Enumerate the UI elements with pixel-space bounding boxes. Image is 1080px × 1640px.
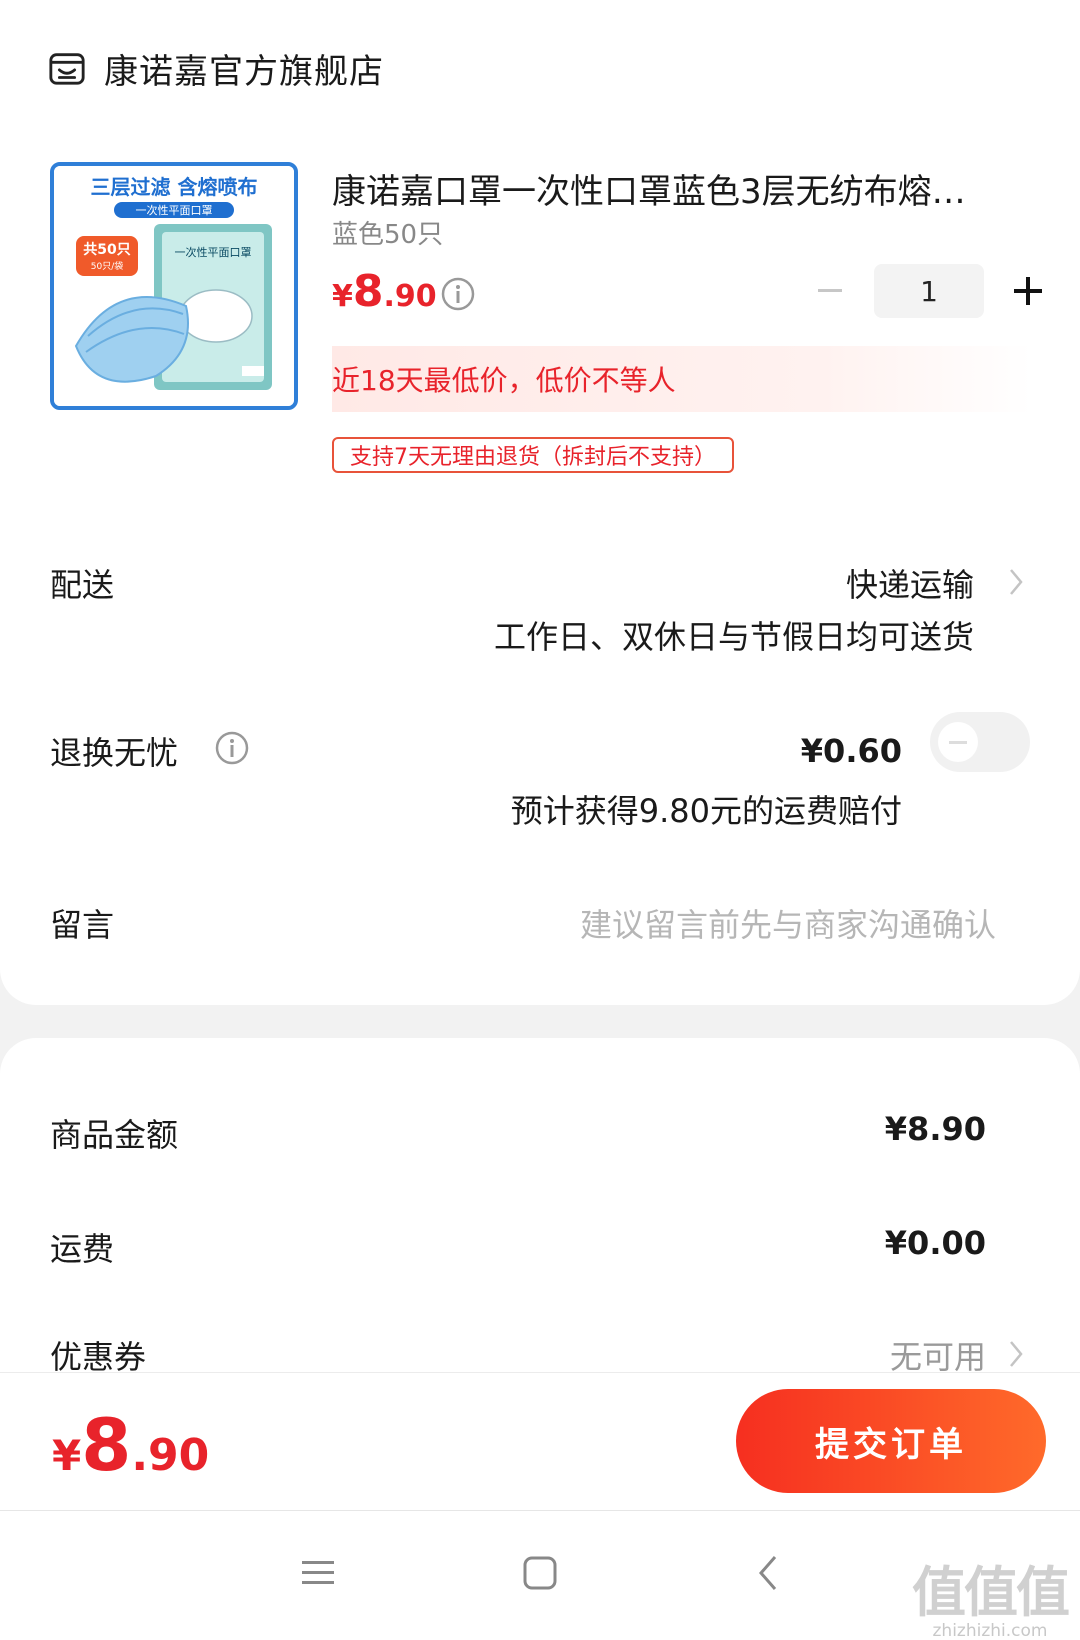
back-icon [759,1556,777,1590]
coupon-chevron-right-icon[interactable] [1006,1338,1026,1370]
return-policy-tag: 支持7天无理由退货（拆封后不支持） [332,437,734,473]
home-button[interactable] [518,1551,562,1595]
total-currency: ¥ [52,1431,82,1480]
minus-icon [818,289,842,292]
watermark-url: zhizhizhi.com [932,1621,1048,1640]
return-policy-text: 支持7天无理由退货（拆封后不支持） [350,445,716,470]
image-pack-label: 一次性平面口罩 [175,245,252,259]
return-insurance-toggle[interactable] [930,712,1030,772]
price-integer: 8 [352,266,384,317]
total-price: ¥ 8 .90 [52,1403,209,1487]
increase-quantity-button[interactable] [1006,269,1050,313]
return-insurance-info-icon[interactable] [214,730,250,766]
order-card: 康诺嘉官方旗舰店 三层过滤 含熔喷布 一次性平面口罩 一次性平面口罩 共50只 … [0,0,1080,1005]
decrease-quantity-button[interactable] [810,271,850,311]
delivery-note: 工作日、双休日与节假日均可送货 [493,618,974,656]
delivery-label: 配送 [50,566,115,604]
price-currency: ¥ [332,279,353,314]
message-input[interactable]: 建议留言前先与商家沟通确认 [580,900,996,946]
product-variant[interactable]: 蓝色50只 [332,214,443,251]
product-title[interactable]: 康诺嘉口罩一次性口罩蓝色3层无纺布熔… [332,164,1032,213]
return-insurance-label: 退换无忧 [50,734,179,772]
mask-package-illustration: 三层过滤 含熔喷布 一次性平面口罩 一次性平面口罩 共50只 50只/袋 [54,166,294,406]
image-headline: 三层过滤 含熔喷布 [91,175,258,199]
goods-amount-value: ¥8.90 [884,1110,986,1148]
shipping-value: ¥0.00 [884,1224,986,1262]
watermark-logo: 值值值 [912,1561,1070,1624]
quantity-stepper: 1 [810,264,1050,318]
lowest-price-text: 近18天最低价，低价不等人 [332,364,676,397]
unit-price: ¥ 8 .90 [332,266,437,317]
return-insurance-note: 预计获得9.80元的运费赔付 [510,792,902,830]
goods-amount-label: 商品金额 [50,1116,179,1154]
store-icon [49,53,85,85]
toggle-knob [938,722,978,762]
image-subline: 一次性平面口罩 [136,203,213,217]
total-integer: 8 [81,1403,132,1487]
lowest-price-banner: 近18天最低价，低价不等人 [332,346,1032,412]
checkout-bar: ¥ 8 .90 提交订单 [0,1372,1080,1510]
message-label: 留言 [50,906,115,944]
submit-order-button[interactable]: 提交订单 [736,1389,1046,1493]
menu-button[interactable] [296,1551,340,1595]
total-decimal: .90 [131,1430,210,1481]
home-icon [523,1556,557,1590]
quantity-input[interactable]: 1 [874,264,984,318]
plus-icon [1014,277,1042,305]
menu-icon [302,1561,334,1584]
shipping-label: 运费 [50,1230,115,1268]
back-button[interactable] [746,1551,790,1595]
price-info-icon[interactable] [440,276,476,312]
store-header[interactable]: 康诺嘉官方旗舰店 [48,40,384,96]
site-watermark: 值值值 zhizhizhi.com [912,1548,1070,1640]
return-insurance-price: ¥0.60 [800,732,902,770]
product-image[interactable]: 三层过滤 含熔喷布 一次性平面口罩 一次性平面口罩 共50只 50只/袋 [50,162,298,410]
chevron-right-icon[interactable] [1006,566,1026,598]
image-badge-sub: 50只/袋 [91,260,124,272]
store-name[interactable]: 康诺嘉官方旗舰店 [104,44,384,93]
image-badge-main: 共50只 [83,241,130,258]
price-decimal: .90 [383,279,437,314]
delivery-method[interactable]: 快递运输 [846,560,974,606]
